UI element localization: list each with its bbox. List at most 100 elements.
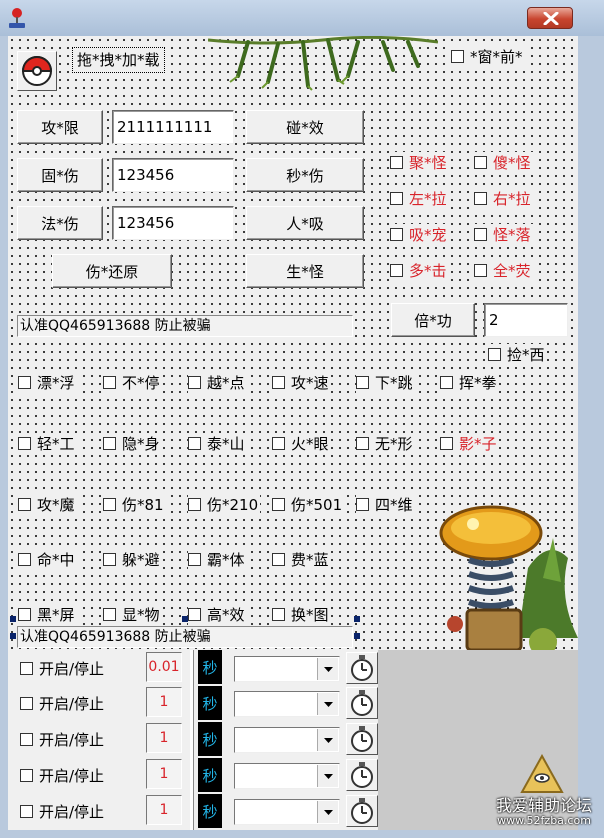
- damage-restore-button[interactable]: 伤*还原: [52, 254, 172, 288]
- timer-start-button-5[interactable]: [346, 795, 378, 827]
- timer-toggle-3[interactable]: 开启/停止: [20, 729, 107, 750]
- checkbox-box[interactable]: [18, 437, 31, 450]
- checkbox-box[interactable]: [272, 437, 285, 450]
- checkbox-box[interactable]: [440, 437, 453, 450]
- feature-shadow[interactable]: 影*子: [440, 433, 499, 454]
- checkbox-box[interactable]: [474, 192, 487, 205]
- feature-attack-speed[interactable]: 攻*速: [272, 372, 331, 393]
- checkbox-box[interactable]: [188, 437, 201, 450]
- timer-start-button-2[interactable]: [346, 687, 378, 719]
- fixed-damage-button[interactable]: 固*伤: [17, 158, 103, 192]
- selection-handle[interactable]: [10, 633, 16, 639]
- title-bar[interactable]: [0, 0, 604, 36]
- checkbox-box[interactable]: [440, 376, 453, 389]
- option-pull-right[interactable]: 右*拉: [474, 188, 533, 209]
- checkbox-box[interactable]: [474, 156, 487, 169]
- option-full-screen[interactable]: 全*荧: [474, 260, 533, 281]
- feature-damage-210[interactable]: 伤*210: [188, 494, 261, 515]
- checkbox-box[interactable]: [356, 498, 369, 511]
- checkbox-box[interactable]: [488, 348, 501, 361]
- checkbox-box[interactable]: [474, 264, 487, 277]
- load-button[interactable]: [17, 51, 57, 91]
- checkbox-box[interactable]: [18, 498, 31, 511]
- feature-four-dimension[interactable]: 四*维: [356, 494, 415, 515]
- timer-key-select-2[interactable]: [234, 691, 340, 717]
- feature-attack-magic[interactable]: 攻*魔: [18, 494, 77, 515]
- checkbox-box[interactable]: [18, 553, 31, 566]
- checkbox-box[interactable]: [20, 662, 33, 675]
- timer-toggle-2[interactable]: 开启/停止: [20, 693, 107, 714]
- attack-limit-input[interactable]: 2111111111: [112, 110, 234, 144]
- pickup-checkbox[interactable]: 捡*西: [488, 344, 547, 365]
- feature-accuracy[interactable]: 命*中: [18, 549, 77, 570]
- magic-damage-button[interactable]: 法*伤: [17, 206, 103, 240]
- timer-toggle-1[interactable]: 开启/停止: [20, 658, 107, 679]
- feature-change-map[interactable]: 换*图: [272, 604, 331, 625]
- feature-mana-cost[interactable]: 费*蓝: [272, 549, 331, 570]
- chevron-down-icon[interactable]: [317, 765, 338, 787]
- option-pull-left[interactable]: 左*拉: [390, 188, 449, 209]
- fixed-damage-input[interactable]: 123456: [112, 158, 234, 192]
- feature-stealth[interactable]: 隐*身: [103, 433, 162, 454]
- multiplier-input[interactable]: 2: [484, 303, 568, 337]
- checkbox-box[interactable]: [474, 228, 487, 241]
- checkbox-box[interactable]: [451, 50, 464, 63]
- instant-kill-button[interactable]: 秒*伤: [246, 158, 364, 192]
- feature-show-items[interactable]: 显*物: [103, 604, 162, 625]
- checkbox-box[interactable]: [390, 156, 403, 169]
- timer-key-select-3[interactable]: [234, 727, 340, 753]
- timer-key-select-1[interactable]: [234, 656, 340, 682]
- timer-toggle-4[interactable]: 开启/停止: [20, 765, 107, 786]
- checkbox-box[interactable]: [188, 553, 201, 566]
- feature-fire-eye[interactable]: 火*眼: [272, 433, 331, 454]
- topmost-checkbox[interactable]: *窗*前*: [451, 46, 525, 67]
- timer-start-button-4[interactable]: [346, 759, 378, 791]
- timer-key-select-5[interactable]: [234, 799, 340, 825]
- timer-start-button-1[interactable]: [346, 652, 378, 684]
- checkbox-box[interactable]: [390, 264, 403, 277]
- feature-black-screen[interactable]: 黑*屏: [18, 604, 77, 625]
- feature-nonstop[interactable]: 不*停: [103, 372, 162, 393]
- checkbox-box[interactable]: [272, 498, 285, 511]
- feature-high-efficiency[interactable]: 高*效: [188, 604, 247, 625]
- timer-toggle-5[interactable]: 开启/停止: [20, 801, 107, 822]
- option-absorb-pet[interactable]: 吸*宠: [390, 224, 449, 245]
- checkbox-box[interactable]: [390, 228, 403, 241]
- spawn-monster-button[interactable]: 生*怪: [246, 254, 364, 288]
- checkbox-box[interactable]: [18, 608, 31, 621]
- checkbox-box[interactable]: [18, 376, 31, 389]
- collision-effect-button[interactable]: 碰*效: [246, 110, 364, 144]
- multiplier-button[interactable]: 倍*功: [391, 303, 475, 337]
- feature-damage-81[interactable]: 伤*81: [103, 494, 166, 515]
- selection-handle[interactable]: [354, 633, 360, 639]
- feature-super-armor[interactable]: 霸*体: [188, 549, 247, 570]
- checkbox-box[interactable]: [188, 498, 201, 511]
- checkbox-box[interactable]: [356, 437, 369, 450]
- checkbox-box[interactable]: [188, 608, 201, 621]
- checkbox-box[interactable]: [20, 733, 33, 746]
- option-dumb-monster[interactable]: 傻*怪: [474, 152, 533, 173]
- feature-dodge[interactable]: 躲*避: [103, 549, 162, 570]
- chevron-down-icon[interactable]: [317, 729, 338, 751]
- timer-interval-input-1[interactable]: 0.01: [146, 652, 182, 682]
- feature-swing-fist[interactable]: 挥*拳: [440, 372, 499, 393]
- checkbox-box[interactable]: [20, 769, 33, 782]
- timer-start-button-3[interactable]: [346, 723, 378, 755]
- chevron-down-icon[interactable]: [317, 801, 338, 823]
- checkbox-box[interactable]: [20, 697, 33, 710]
- checkbox-box[interactable]: [272, 553, 285, 566]
- checkbox-box[interactable]: [20, 805, 33, 818]
- feature-light-skill[interactable]: 轻*工: [18, 433, 77, 454]
- chevron-down-icon[interactable]: [317, 693, 338, 715]
- checkbox-box[interactable]: [103, 608, 116, 621]
- selection-handle[interactable]: [182, 616, 188, 622]
- option-gather-monster[interactable]: 聚*怪: [390, 152, 449, 173]
- timer-key-select-4[interactable]: [234, 763, 340, 789]
- checkbox-box[interactable]: [103, 376, 116, 389]
- timer-interval-input-3[interactable]: 1: [146, 723, 182, 753]
- checkbox-box[interactable]: [272, 608, 285, 621]
- feature-float[interactable]: 漂*浮: [18, 372, 77, 393]
- option-monster-drop[interactable]: 怪*落: [474, 224, 533, 245]
- feature-drop-down[interactable]: 下*跳: [356, 372, 415, 393]
- feature-mountain[interactable]: 泰*山: [188, 433, 247, 454]
